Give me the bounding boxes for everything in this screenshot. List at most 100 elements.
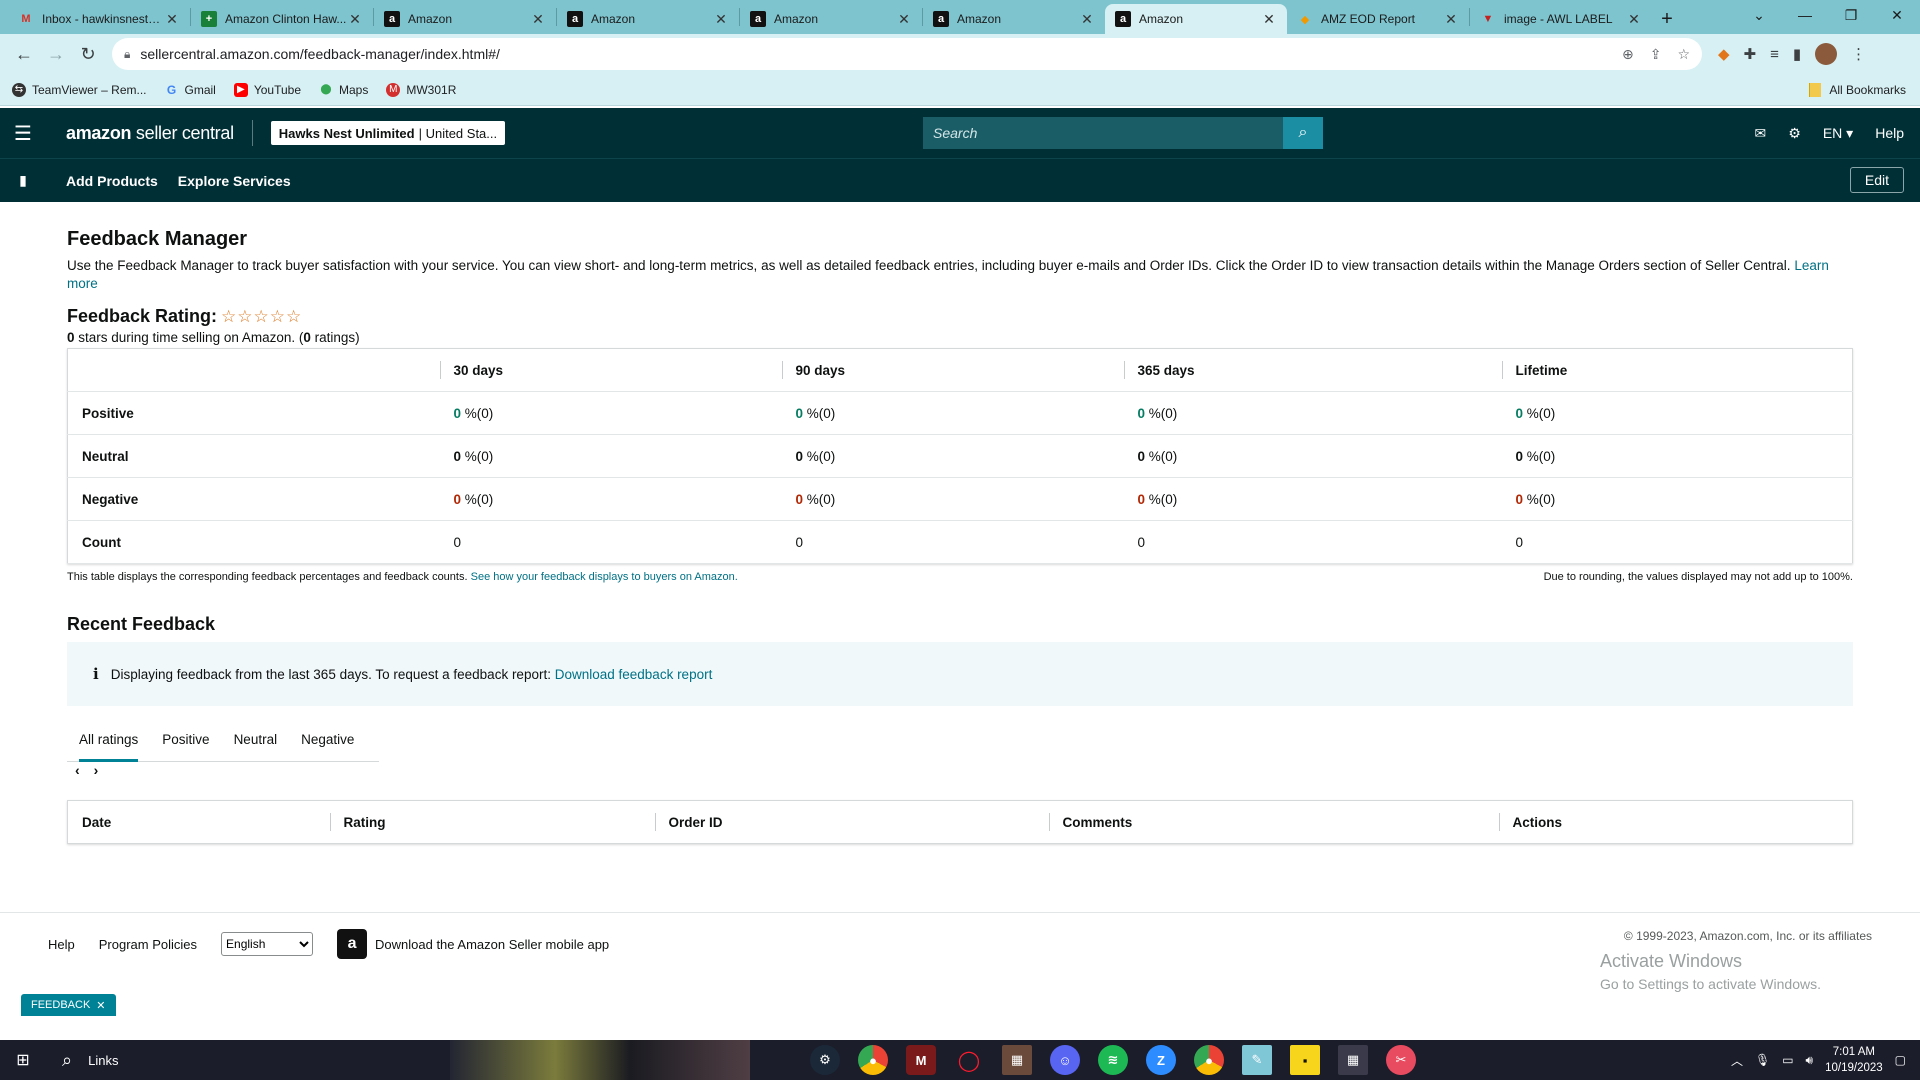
- side-panel-icon[interactable]: ▮: [1793, 45, 1801, 63]
- close-icon[interactable]: ✕: [896, 11, 912, 28]
- taskbar-clock[interactable]: 7:01 AM 10/19/2023: [1825, 1044, 1883, 1076]
- close-icon[interactable]: ✕: [96, 999, 105, 1012]
- opera-icon[interactable]: ◯: [954, 1045, 984, 1075]
- browser-tab[interactable]: a Amazon ✕: [557, 4, 739, 34]
- chrome-icon[interactable]: ●: [858, 1045, 888, 1075]
- browser-tab[interactable]: a Amazon ✕: [740, 4, 922, 34]
- share-icon[interactable]: ⇪: [1650, 46, 1662, 63]
- calculator-icon[interactable]: ▦: [1338, 1045, 1368, 1075]
- network-icon[interactable]: ▭: [1782, 1053, 1793, 1067]
- browser-tab[interactable]: ▼ image - AWL LABEL ✕: [1470, 4, 1652, 34]
- reload-button[interactable]: ↻: [72, 38, 104, 70]
- sticky-notes-icon[interactable]: ▪: [1290, 1045, 1320, 1075]
- app-icon[interactable]: M: [906, 1045, 936, 1075]
- minimize-icon[interactable]: —: [1782, 0, 1828, 30]
- browser-tab-active[interactable]: a Amazon ✕: [1105, 4, 1287, 34]
- install-icon[interactable]: ⊕: [1622, 46, 1634, 63]
- image-app-icon[interactable]: ▦: [1002, 1045, 1032, 1075]
- download-report-link[interactable]: Download feedback report: [555, 667, 713, 682]
- media-icon[interactable]: ≡: [1770, 46, 1779, 63]
- close-icon[interactable]: ✕: [1261, 11, 1277, 28]
- spotify-icon[interactable]: ≋: [1098, 1045, 1128, 1075]
- edit-button[interactable]: Edit: [1849, 167, 1904, 193]
- notepad-icon[interactable]: ✎: [1242, 1045, 1272, 1075]
- tab-neutral[interactable]: Neutral: [222, 718, 290, 761]
- gear-icon[interactable]: ⚙: [1788, 125, 1801, 142]
- volume-icon[interactable]: 🔊︎: [1806, 1053, 1814, 1068]
- close-window-icon[interactable]: ✕: [1874, 0, 1920, 30]
- taskbar-search[interactable]: ⌕ Links: [46, 1040, 146, 1080]
- extensions-icon[interactable]: ✚: [1744, 45, 1757, 63]
- search-icon: ⌕: [62, 1049, 73, 1070]
- close-icon[interactable]: ✕: [1626, 11, 1642, 28]
- tab-all-ratings[interactable]: All ratings: [67, 718, 150, 762]
- nav-explore-services[interactable]: Explore Services: [178, 173, 291, 189]
- url-text[interactable]: sellercentral.amazon.com/feedback-manage…: [140, 46, 1622, 62]
- chrome-active-icon[interactable]: ●: [1194, 1045, 1224, 1075]
- browser-tab[interactable]: a Amazon ✕: [923, 4, 1105, 34]
- chevron-up-icon[interactable]: ︿: [1731, 1052, 1743, 1069]
- browser-tab[interactable]: ◆ AMZ EOD Report ✕: [1287, 4, 1469, 34]
- footer-program-policies-link[interactable]: Program Policies: [99, 937, 197, 952]
- menu-icon[interactable]: ⋮: [1851, 45, 1866, 63]
- buyer-display-link[interactable]: See how your feedback displays to buyers…: [471, 571, 738, 583]
- feedback-widget-button[interactable]: FEEDBACK ✕: [21, 994, 116, 1016]
- forward-button[interactable]: →: [40, 38, 72, 70]
- bookmark-youtube[interactable]: ▶ YouTube: [233, 82, 301, 97]
- column-header[interactable]: Order ID: [654, 801, 1049, 844]
- language-selector[interactable]: EN ▾: [1823, 125, 1853, 142]
- close-icon[interactable]: ✕: [1079, 11, 1095, 28]
- chevron-left-icon[interactable]: ‹: [75, 762, 80, 778]
- profile-avatar[interactable]: [1815, 43, 1838, 65]
- row-label: Negative: [67, 477, 440, 521]
- mail-icon[interactable]: ✉: [1755, 125, 1767, 142]
- close-icon[interactable]: ✕: [1443, 11, 1459, 28]
- nav-add-products[interactable]: Add Products: [66, 173, 158, 189]
- column-header[interactable]: Rating: [329, 801, 655, 844]
- microphone-icon[interactable]: 🎙︎: [1755, 1053, 1770, 1067]
- bookmark-star-icon[interactable]: ☆: [1677, 46, 1690, 63]
- snipping-icon[interactable]: ✂: [1386, 1045, 1416, 1075]
- metric-cell: 0: [1123, 520, 1502, 564]
- all-bookmarks[interactable]: All Bookmarks: [1809, 82, 1906, 97]
- bookmark-icon[interactable]: ▮: [0, 172, 46, 189]
- bookmark-maps[interactable]: ⬤ Maps: [319, 83, 368, 97]
- browser-tab[interactable]: a Amazon ✕: [374, 4, 556, 34]
- steam-icon[interactable]: ⚙: [810, 1045, 840, 1075]
- bookmark-gmail[interactable]: G Gmail: [165, 83, 216, 97]
- address-bar[interactable]: 🔒︎ sellercentral.amazon.com/feedback-man…: [112, 38, 1702, 70]
- mobile-app-link[interactable]: a Download the Amazon Seller mobile app: [337, 929, 609, 959]
- windows-start-icon[interactable]: ⊞: [0, 1040, 46, 1080]
- rating-title: Feedback Rating:: [67, 306, 218, 326]
- chevron-right-icon[interactable]: ›: [94, 762, 99, 778]
- close-icon[interactable]: ✕: [530, 11, 546, 28]
- footer-help-link[interactable]: Help: [48, 937, 75, 952]
- seller-central-logo[interactable]: amazon seller central: [66, 123, 234, 144]
- footer-language-select[interactable]: English: [221, 932, 314, 956]
- lock-icon[interactable]: 🔒︎: [124, 47, 130, 62]
- notifications-icon[interactable]: ▢: [1895, 1053, 1906, 1067]
- browser-tab[interactable]: + Amazon Clinton Haw... ✕: [191, 4, 373, 34]
- discord-icon[interactable]: ☺: [1050, 1045, 1080, 1075]
- restore-icon[interactable]: ❐: [1828, 0, 1874, 30]
- search-input[interactable]: [923, 117, 1283, 149]
- account-switcher[interactable]: Hawks Nest Unlimited | United Sta...: [270, 121, 506, 145]
- browser-tab[interactable]: M Inbox - hawkinsnest2... ✕: [8, 4, 190, 34]
- back-button[interactable]: ←: [8, 38, 40, 70]
- column-header[interactable]: Date: [68, 801, 330, 844]
- close-icon[interactable]: ✕: [164, 11, 180, 28]
- new-tab-button[interactable]: +: [1652, 4, 1682, 34]
- tab-positive[interactable]: Positive: [150, 718, 221, 761]
- hamburger-menu-icon[interactable]: ☰: [0, 108, 46, 158]
- tab-search-icon[interactable]: ⌄: [1736, 0, 1782, 30]
- help-link[interactable]: Help: [1875, 125, 1904, 141]
- zoom-icon[interactable]: Z: [1146, 1045, 1176, 1075]
- tab-negative[interactable]: Negative: [289, 718, 366, 761]
- column-header[interactable]: Comments: [1048, 801, 1499, 844]
- search-button[interactable]: ⌕: [1283, 117, 1323, 149]
- close-icon[interactable]: ✕: [347, 11, 363, 28]
- close-icon[interactable]: ✕: [713, 11, 729, 28]
- bookmark-teamviewer[interactable]: ⇆ TeamViewer – Rem...: [12, 82, 147, 97]
- bookmark-mw301r[interactable]: M MW301R: [386, 82, 456, 97]
- metamask-icon[interactable]: ◆: [1718, 45, 1730, 63]
